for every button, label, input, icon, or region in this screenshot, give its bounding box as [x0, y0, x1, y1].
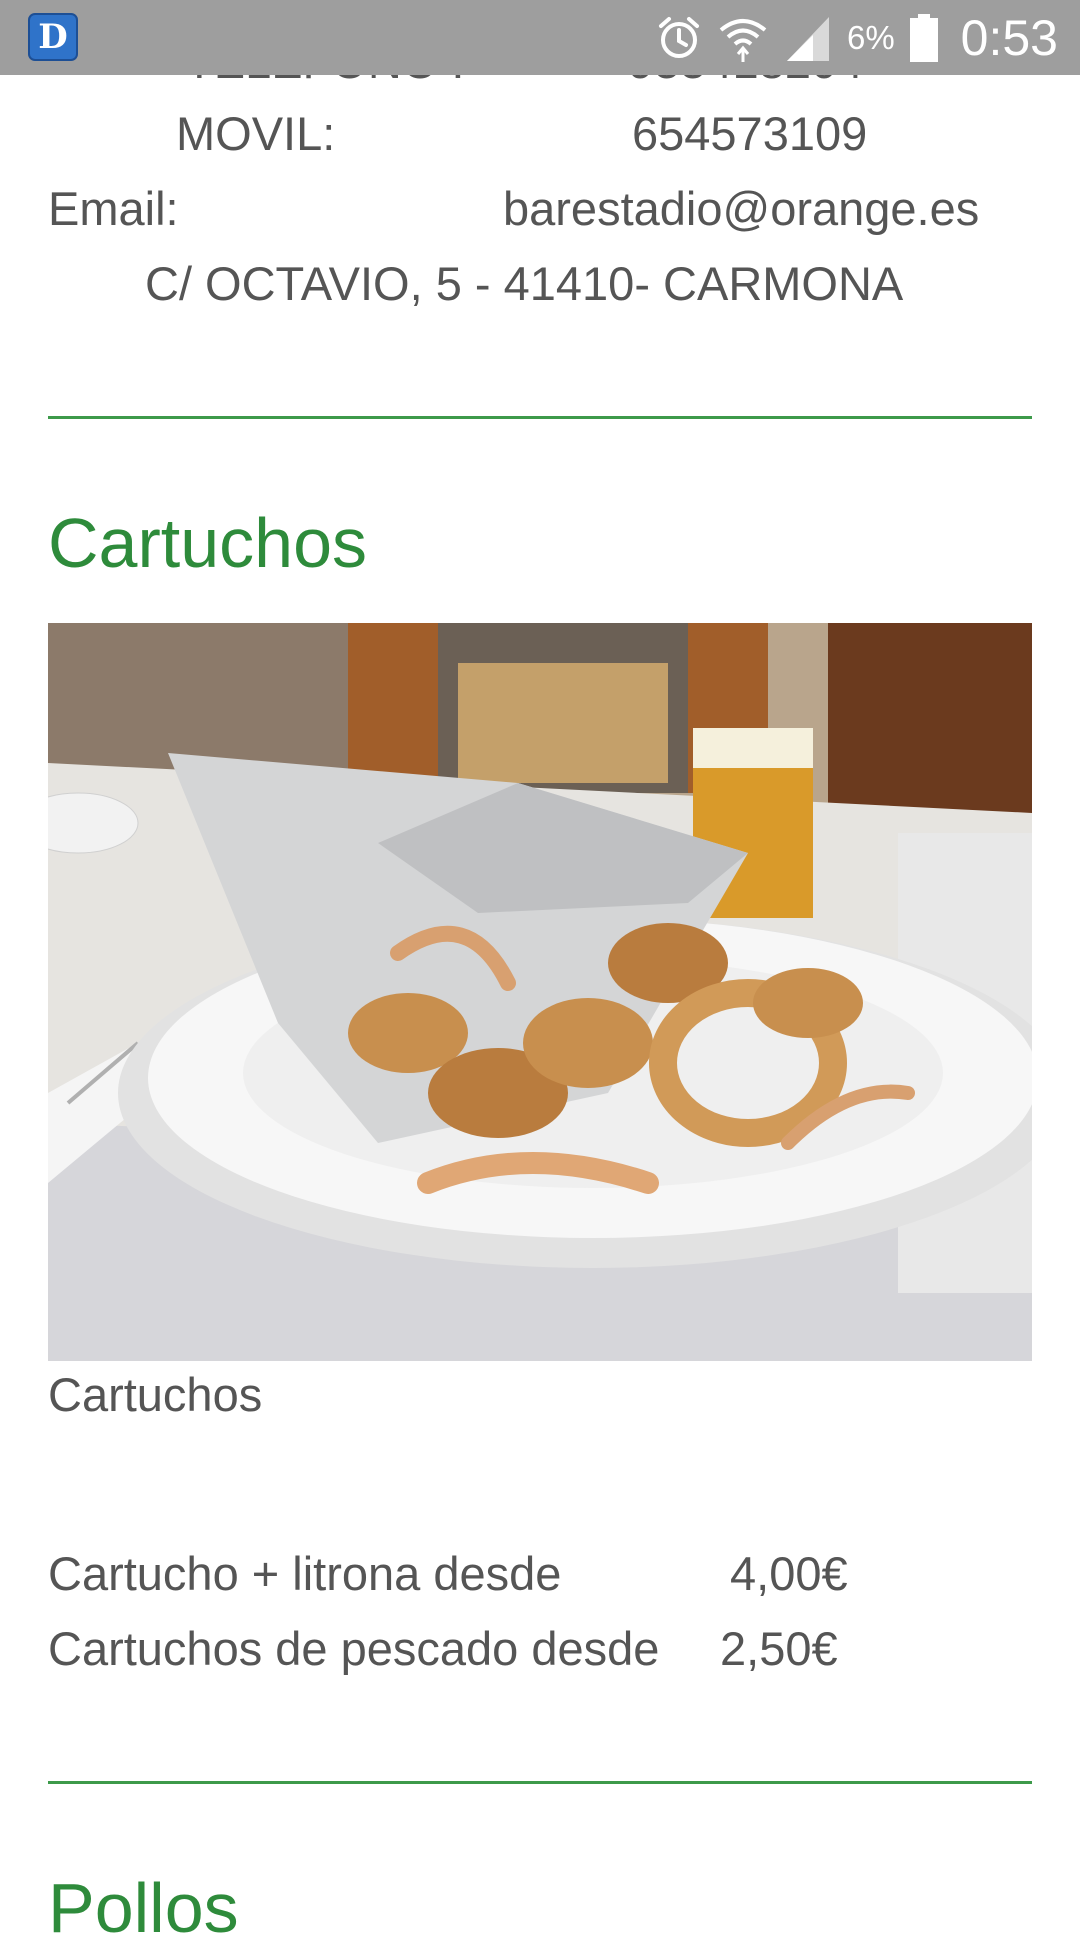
- section-divider: [48, 1781, 1032, 1784]
- wifi-icon: [719, 18, 767, 62]
- price-value-2: 2,50€: [720, 1622, 838, 1675]
- battery-icon: [909, 13, 938, 62]
- signal-icon: [786, 16, 829, 61]
- mobile-label: MOVIL:: [176, 107, 336, 160]
- status-bar: D 6% 0:53: [0, 0, 1080, 75]
- price-label-1: Cartucho + litrona desde: [48, 1547, 562, 1600]
- clock: 0:53: [960, 9, 1058, 66]
- cartuchos-photo: [48, 623, 1032, 1361]
- address: C/ OCTAVIO, 5 - 41410- CARMONA: [145, 257, 904, 310]
- battery-percent: 6%: [846, 18, 895, 56]
- image-caption: Cartuchos: [48, 1368, 263, 1421]
- app-notification-icon: D: [28, 13, 78, 61]
- price-value-1: 4,00€: [730, 1547, 848, 1600]
- mobile-value: 654573109: [632, 107, 868, 160]
- email-value[interactable]: barestadio@orange.es: [503, 181, 979, 237]
- section-title-cartuchos: Cartuchos: [48, 504, 368, 582]
- price-label-2: Cartuchos de pescado desde: [48, 1622, 660, 1675]
- alarm-icon: [658, 16, 699, 58]
- section-divider: [48, 416, 1032, 419]
- section-title-pollos: Pollos: [48, 1869, 239, 1947]
- email-label: Email:: [48, 182, 179, 235]
